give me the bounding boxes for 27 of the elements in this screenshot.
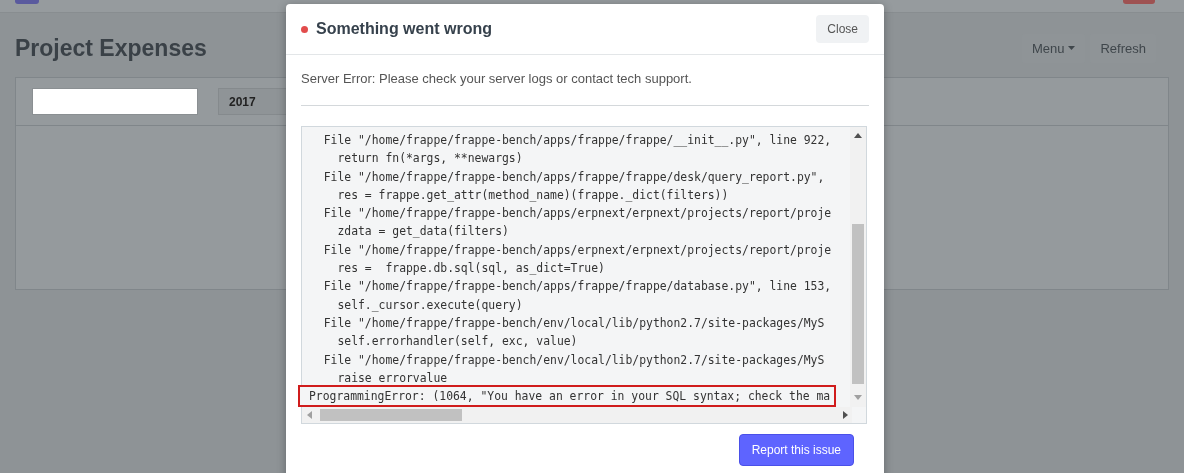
dialog-title: Something went wrong xyxy=(316,20,492,38)
scroll-right-icon[interactable] xyxy=(843,411,848,419)
code-line: File "/home/frappe/frappe-bench/apps/frappe/frappe/desk/query_report.py", xyxy=(322,168,825,186)
code-line: File "/home/frappe/frappe-bench/apps/erpnext/erpnext/projects/report/proje xyxy=(322,241,832,259)
caret-icon xyxy=(1068,46,1076,50)
code-line: File "/home/frappe/frappe-bench/env/local/lib/python2.7/site-packages/MyS xyxy=(322,314,825,332)
filter-input-field[interactable] xyxy=(32,88,198,115)
code-line: return fn(*args, **newargs) xyxy=(336,150,523,168)
scrollbar-thumb[interactable] xyxy=(320,409,462,421)
code-line: res = frappe.get_attr(method_name)(frappe._dict(filters)) xyxy=(336,186,729,204)
close-button[interactable]: Close xyxy=(816,15,869,43)
code-line: self._cursor.execute(query) xyxy=(336,296,523,314)
scroll-up-icon[interactable] xyxy=(854,133,862,138)
code-line: File "/home/frappe/frappe-bench/apps/frappe/frappe/database.py", line 153, xyxy=(322,278,832,296)
code-line: raise errorvalue xyxy=(336,369,448,387)
code-line: self.errorhandler(self, exc, value) xyxy=(336,333,578,351)
code-line: File "/home/frappe/frappe-bench/apps/erpnext/erpnext/projects/report/proje xyxy=(322,205,832,223)
error-message: Server Error: Please check your server logs or contact tech support. xyxy=(301,71,869,106)
page-title: Project Expenses xyxy=(15,34,207,62)
code-line: res = frappe.db.sql(sql, as_dict=True) xyxy=(336,260,605,278)
report-issue-button[interactable]: Report this issue xyxy=(738,434,854,466)
code-line: zdata = get_data(filters) xyxy=(336,223,509,241)
scroll-left-icon[interactable] xyxy=(307,411,312,419)
code-line: File "/home/frappe/frappe-bench/env/local/lib/python2.7/site-packages/MyS xyxy=(322,351,825,369)
scroll-down-icon[interactable] xyxy=(854,395,862,400)
scrollbar-thumb[interactable] xyxy=(852,224,864,384)
code-line: File "/home/frappe/frappe-bench/apps/frappe/frappe/__init__.py", line 922, xyxy=(322,132,832,149)
